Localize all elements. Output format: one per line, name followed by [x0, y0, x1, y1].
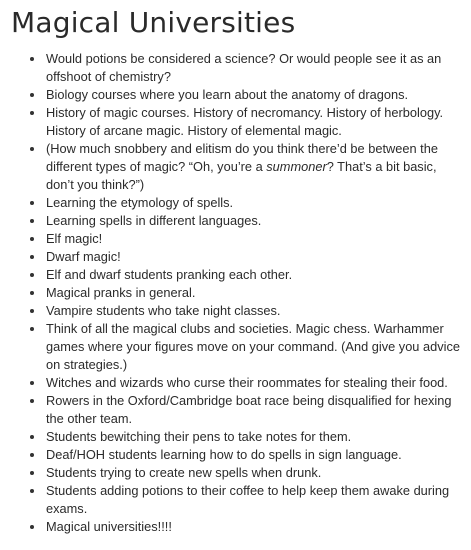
list-item-text: Students bewitching their pens to take n…: [46, 429, 352, 444]
list-item-text: Witches and wizards who curse their room…: [46, 375, 448, 390]
list-item: Elf and dwarf students pranking each oth…: [30, 266, 461, 284]
list-item-emphasis: summoner: [266, 159, 327, 174]
list-item-text: Magical pranks in general.: [46, 285, 196, 300]
list-item-text: Deaf/HOH students learning how to do spe…: [46, 447, 402, 462]
list-item: History of magic courses. History of nec…: [30, 104, 461, 140]
list-item: Biology courses where you learn about th…: [30, 86, 461, 104]
bullet-icon: [30, 525, 34, 529]
list-item-text: Dwarf magic!: [46, 249, 121, 264]
list-item: Rowers in the Oxford/Cambridge boat race…: [30, 392, 461, 428]
bullet-icon: [30, 201, 34, 205]
list-item: Dwarf magic!: [30, 248, 461, 266]
list-item: Magical universities!!!!: [30, 518, 461, 536]
list-item: (How much snobbery and elitism do you th…: [30, 140, 461, 194]
bullet-icon: [30, 111, 34, 115]
bullet-icon: [30, 57, 34, 61]
list-item-text: Students adding potions to their coffee …: [46, 483, 450, 516]
document-title: Magical Universities: [11, 6, 296, 39]
list-item-text: History of magic courses. History of nec…: [46, 105, 444, 138]
list-item-text: Vampire students who take night classes.: [46, 303, 281, 318]
list-item-text: Magical universities!!!!: [46, 519, 172, 534]
list-item: Elf magic!: [30, 230, 461, 248]
bullet-icon: [30, 399, 34, 403]
list-item: Students trying to create new spells whe…: [30, 464, 461, 482]
bullet-icon: [30, 381, 34, 385]
list-item-text: Learning spells in different languages.: [46, 213, 262, 228]
list-item: Deaf/HOH students learning how to do spe…: [30, 446, 461, 464]
bullet-icon: [30, 435, 34, 439]
list-item: Would potions be considered a science? O…: [30, 50, 461, 86]
bullet-icon: [30, 93, 34, 97]
document-page: Magical Universities Would potions be co…: [0, 0, 471, 550]
bullet-icon: [30, 147, 34, 151]
list-item-text: Rowers in the Oxford/Cambridge boat race…: [46, 393, 452, 426]
list-item: Witches and wizards who curse their room…: [30, 374, 461, 392]
list-item: Think of all the magical clubs and socie…: [30, 320, 461, 374]
list-item: Magical pranks in general.: [30, 284, 461, 302]
list-item-text: Think of all the magical clubs and socie…: [46, 321, 460, 372]
list-item: Learning the etymology of spells.: [30, 194, 461, 212]
bullet-icon: [30, 237, 34, 241]
list-item-text: Learning the etymology of spells.: [46, 195, 234, 210]
list-item-text: Students trying to create new spells whe…: [46, 465, 322, 480]
list-item: Students bewitching their pens to take n…: [30, 428, 461, 446]
bullet-icon: [30, 471, 34, 475]
bullet-icon: [30, 219, 34, 223]
list-item: Learning spells in different languages.: [30, 212, 461, 230]
bullet-icon: [30, 309, 34, 313]
bullet-icon: [30, 255, 34, 259]
bullet-list: Would potions be considered a science? O…: [11, 50, 461, 536]
bullet-icon: [30, 453, 34, 457]
list-item: Students adding potions to their coffee …: [30, 482, 461, 518]
list-item-text: Would potions be considered a science? O…: [46, 51, 442, 84]
bullet-icon: [30, 489, 34, 493]
list-item-text: Biology courses where you learn about th…: [46, 87, 409, 102]
bullet-icon: [30, 291, 34, 295]
bullet-icon: [30, 327, 34, 331]
list-item-text: Elf and dwarf students pranking each oth…: [46, 267, 293, 282]
bullet-icon: [30, 273, 34, 277]
list-item: Vampire students who take night classes.: [30, 302, 461, 320]
list-item-text: Elf magic!: [46, 231, 103, 246]
